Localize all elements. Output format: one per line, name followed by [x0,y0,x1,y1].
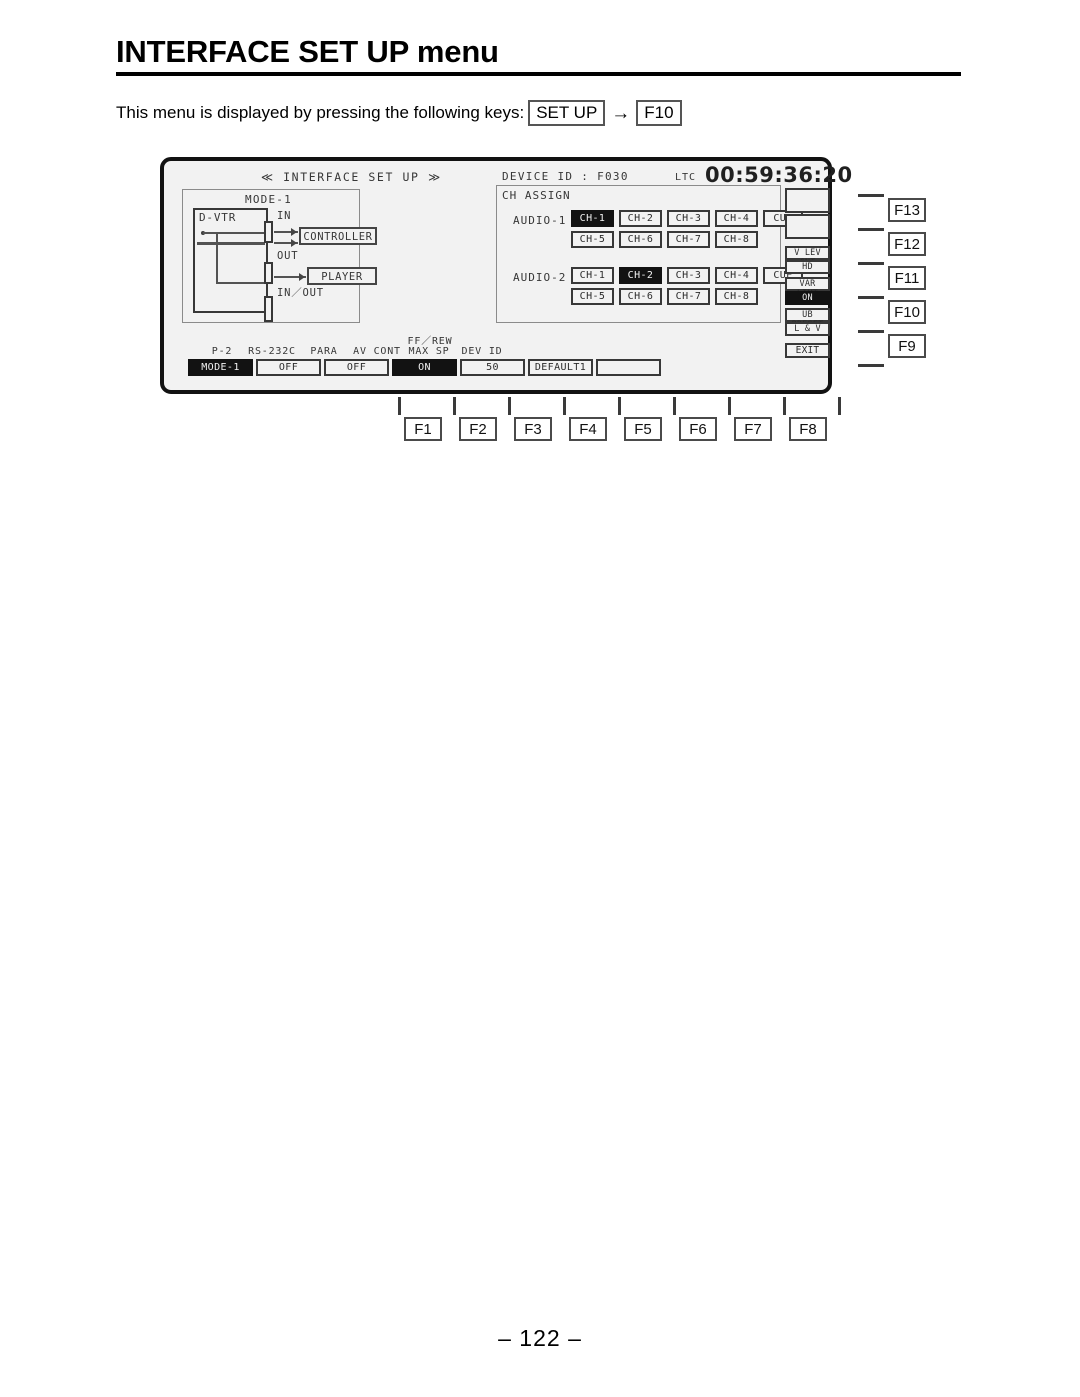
audio1-ch-4-button[interactable]: CH-4 [715,210,758,227]
audio2-ch-5-button[interactable]: CH-5 [571,288,614,305]
rs-232c-value-button[interactable]: OFF [256,359,321,376]
fkey-f12[interactable]: F12 [888,232,926,256]
right-blank-2[interactable] [785,214,830,239]
fkey-f9[interactable]: F9 [888,334,926,358]
audio2-ch-6-button[interactable]: CH-6 [619,288,662,305]
wire-out-horizontal [216,282,266,284]
mode-label: MODE-1 [245,193,292,206]
audio1-ch-3-button[interactable]: CH-3 [667,210,710,227]
tick-f2 [453,397,456,415]
audio1-ch-1-button[interactable]: CH-1 [571,210,614,227]
var-limit-value[interactable]: ON [785,291,830,305]
tick-f1 [398,397,401,415]
audio1-ch-7-button[interactable]: CH-7 [667,231,710,248]
ch-assign-panel: CH ASSIGN AUDIO-1 CH-1 CH-2 CH-3 CH-4 CU… [496,185,803,323]
lcd-timecode-value: 00:59:36:20 [705,163,853,187]
fkey-f3[interactable]: F3 [514,417,552,441]
fkey-f1[interactable]: F1 [404,417,442,441]
audio2-ch-8-button[interactable]: CH-8 [715,288,758,305]
audio2-ch-7-button[interactable]: CH-7 [667,288,710,305]
bottom-blank-button[interactable] [596,359,661,376]
tick-f13-bottom [858,228,884,231]
arrow-controller-icon [291,228,297,236]
port-out [264,262,273,284]
page-title: INTERFACE SET UP menu [116,34,499,69]
audio1-ch-6-button[interactable]: CH-6 [619,231,662,248]
audio-1-label: AUDIO-1 [513,214,567,227]
tick-f5 [618,397,621,415]
dvtr-label: D-VTR [199,211,237,224]
audio2-ch-1-button[interactable]: CH-1 [571,267,614,284]
keycap-f10[interactable]: F10 [636,100,682,126]
lcd-menu-title: ≪ INTERFACE SET UP ≫ [261,170,442,184]
audio1-ch-2-button[interactable]: CH-2 [619,210,662,227]
arrow-player-icon [299,273,305,281]
para-value-button[interactable]: OFF [324,359,389,376]
intro-text: This menu is displayed by pressing the f… [116,103,525,122]
exit-button[interactable]: EXIT [785,343,830,358]
tick-f4 [563,397,566,415]
port-inout [264,296,273,322]
var-limit-label: VAR LIMT [785,277,830,299]
right-blank-1[interactable] [785,188,830,213]
tick-f7 [728,397,731,415]
v-lev-cnt-value[interactable]: HD [785,260,830,274]
p-2-value-button[interactable]: MODE-1 [188,359,253,376]
audio2-ch-3-button[interactable]: CH-3 [667,267,710,284]
ff-rew-label: FF／REW [407,336,453,347]
player-box: PLAYER [307,267,377,285]
title-underline [116,72,961,76]
tick-f3 [508,397,511,415]
audio2-ch-4-button[interactable]: CH-4 [715,267,758,284]
fkey-f5[interactable]: F5 [624,417,662,441]
tick-f13-top [858,194,884,197]
lcd-panel: ≪ INTERFACE SET UP ≫ DEVICE ID : F030 LT… [160,157,852,394]
wire-in-upper [203,232,265,234]
fkey-f4[interactable]: F4 [569,417,607,441]
port-inout-label: IN／OUT [277,287,324,299]
audio2-ch-2-button[interactable]: CH-2 [619,267,662,284]
audio1-ch-8-button[interactable]: CH-8 [715,231,758,248]
mode-diagram-panel: MODE-1 D-VTR IN OUT IN／OUT CONTROLLER PL… [182,189,377,323]
fkey-f8[interactable]: F8 [789,417,827,441]
wire-in-lower [197,242,265,245]
arrow-controller2-icon [291,239,297,247]
audio-2-label: AUDIO-2 [513,271,567,284]
v-lev-cnt-label: V LEV CNT [785,246,830,268]
wire-branch-vertical [216,232,218,284]
av-cont-value-button[interactable]: ON [392,359,457,376]
tick-f8 [783,397,786,415]
tick-f8-end [838,397,841,415]
audio1-ch-5-button[interactable]: CH-5 [571,231,614,248]
ub-preset-label: UB PRESET [785,308,830,330]
fkey-f13[interactable]: F13 [888,198,926,222]
max-sp-value-button[interactable]: 50 [460,359,525,376]
port-in-label: IN [277,210,292,222]
tick-f9-bottom [858,364,884,367]
port-in [264,221,273,243]
arrow-icon: → [611,102,631,124]
fkey-f2[interactable]: F2 [459,417,497,441]
tick-f12-bottom [858,262,884,265]
ub-preset-value[interactable]: L & V [785,322,830,336]
fkey-f10[interactable]: F10 [888,300,926,324]
tick-f11-bottom [858,296,884,299]
keycap-setup[interactable]: SET UP [528,100,606,126]
page-number: – 122 – [498,1325,582,1351]
port-out-label: OUT [277,250,299,262]
controller-box: CONTROLLER [299,227,377,245]
tick-f10-bottom [858,330,884,333]
fkey-f7[interactable]: F7 [734,417,772,441]
lcd-device-id: DEVICE ID : F030 [502,170,629,183]
av-cont-label: AV CONT [353,346,401,357]
dev-id-label: DEV ID [461,346,503,357]
lcd-ltc-label: LTC [675,172,697,183]
tick-f6 [673,397,676,415]
dev-id-value-button[interactable]: DEFAULT1 [528,359,593,376]
fkey-f6[interactable]: F6 [679,417,717,441]
intro-instruction: This menu is displayed by pressing the f… [116,100,686,126]
ch-assign-title: CH ASSIGN [502,189,571,202]
fkey-f11[interactable]: F11 [888,266,926,290]
